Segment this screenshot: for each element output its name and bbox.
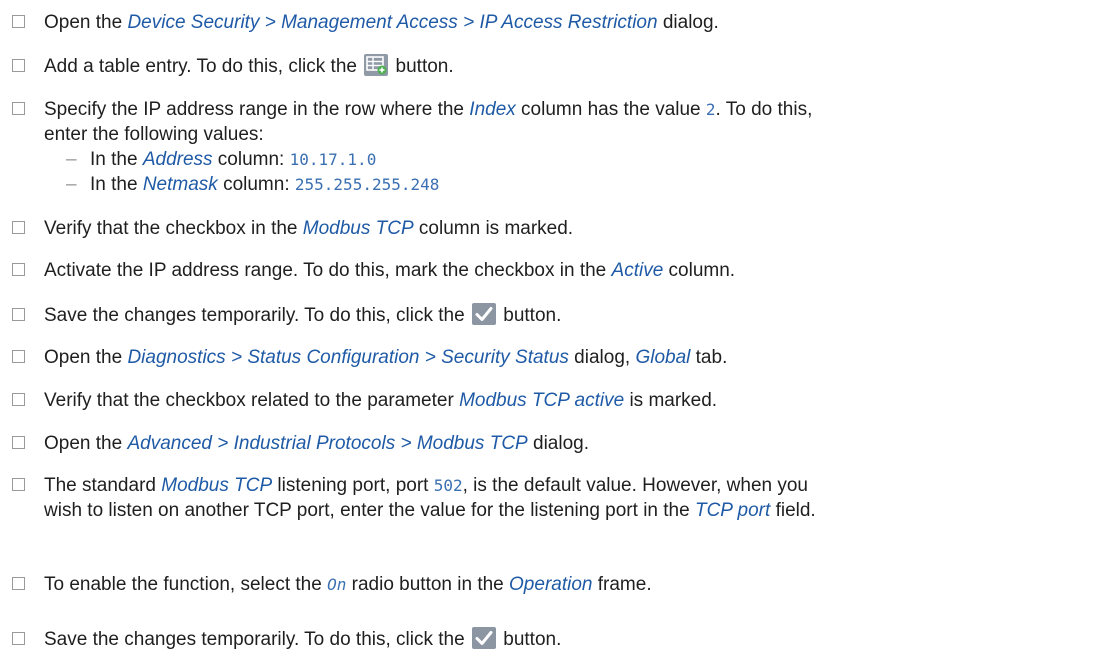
step-checkbox[interactable] bbox=[12, 478, 25, 491]
step-text: Open the Diagnostics > Status Configurat… bbox=[44, 347, 728, 368]
column-name: Index bbox=[469, 99, 516, 120]
instruction-steps: Open the Device Security > Management Ac… bbox=[0, 0, 1096, 662]
add-table-entry-icon bbox=[364, 54, 389, 76]
parameter-value: On bbox=[327, 575, 347, 594]
menu-path: Advanced > Industrial Protocols > Modbus… bbox=[127, 433, 528, 454]
step-text: Open the Device Security > Management Ac… bbox=[44, 12, 719, 33]
menu-path: Device Security > Management Access > IP… bbox=[127, 12, 658, 33]
step-text: Open the Advanced > Industrial Protocols… bbox=[44, 433, 589, 454]
parameter-value: 2 bbox=[705, 100, 716, 119]
checkmark-icon bbox=[471, 303, 496, 325]
step-text: Save the changes temporarily. To do this… bbox=[44, 303, 562, 326]
tab-name: Global bbox=[635, 347, 691, 368]
parameter-value: 502 bbox=[433, 476, 463, 495]
parameter-value: 10.17.1.0 bbox=[289, 150, 377, 169]
step-text: The standard Modbus TCP listening port, … bbox=[44, 475, 816, 521]
column-name: Active bbox=[611, 260, 664, 281]
step-text: Save the changes temporarily. To do this… bbox=[44, 627, 562, 650]
protocol-name: Modbus TCP bbox=[161, 475, 273, 496]
step-text: Verify that the checkbox related to the … bbox=[44, 390, 718, 411]
step-checkbox[interactable] bbox=[12, 632, 25, 645]
step-checkbox[interactable] bbox=[12, 393, 25, 406]
field-name: TCP port bbox=[694, 500, 771, 521]
step-checkbox[interactable] bbox=[12, 221, 25, 234]
step-checkbox[interactable] bbox=[12, 263, 25, 276]
step-checkbox[interactable] bbox=[12, 350, 25, 363]
column-name: Netmask bbox=[142, 174, 218, 195]
parameter-value: 255.255.255.248 bbox=[294, 175, 440, 194]
step-text: Add a table entry. To do this, click the… bbox=[44, 54, 454, 77]
menu-path: Diagnostics > Status Configuration > Sec… bbox=[127, 347, 569, 368]
sub-bullet-netmask: – In the Netmask column: 255.255.255.248 bbox=[66, 174, 440, 195]
step-checkbox[interactable] bbox=[12, 59, 25, 72]
parameter-name: Modbus TCP active bbox=[459, 390, 625, 411]
step-checkbox[interactable] bbox=[12, 577, 25, 590]
step-text: Activate the IP address range. To do thi… bbox=[44, 260, 736, 281]
step-checkbox[interactable] bbox=[12, 102, 25, 115]
step-text: Verify that the checkbox in the Modbus T… bbox=[44, 218, 574, 239]
step-checkbox[interactable] bbox=[12, 15, 25, 28]
step-text: To enable the function, select the On ra… bbox=[44, 574, 652, 595]
frame-name: Operation bbox=[509, 574, 593, 595]
step-checkbox[interactable] bbox=[12, 436, 25, 449]
checkmark-icon bbox=[471, 627, 496, 649]
column-name: Address bbox=[142, 149, 213, 170]
step-text: Specify the IP address range in the row … bbox=[44, 99, 813, 145]
column-name: Modbus TCP bbox=[302, 218, 414, 239]
sub-bullet-address: – In the Address column: 10.17.1.0 bbox=[66, 149, 377, 170]
step-checkbox[interactable] bbox=[12, 308, 25, 321]
